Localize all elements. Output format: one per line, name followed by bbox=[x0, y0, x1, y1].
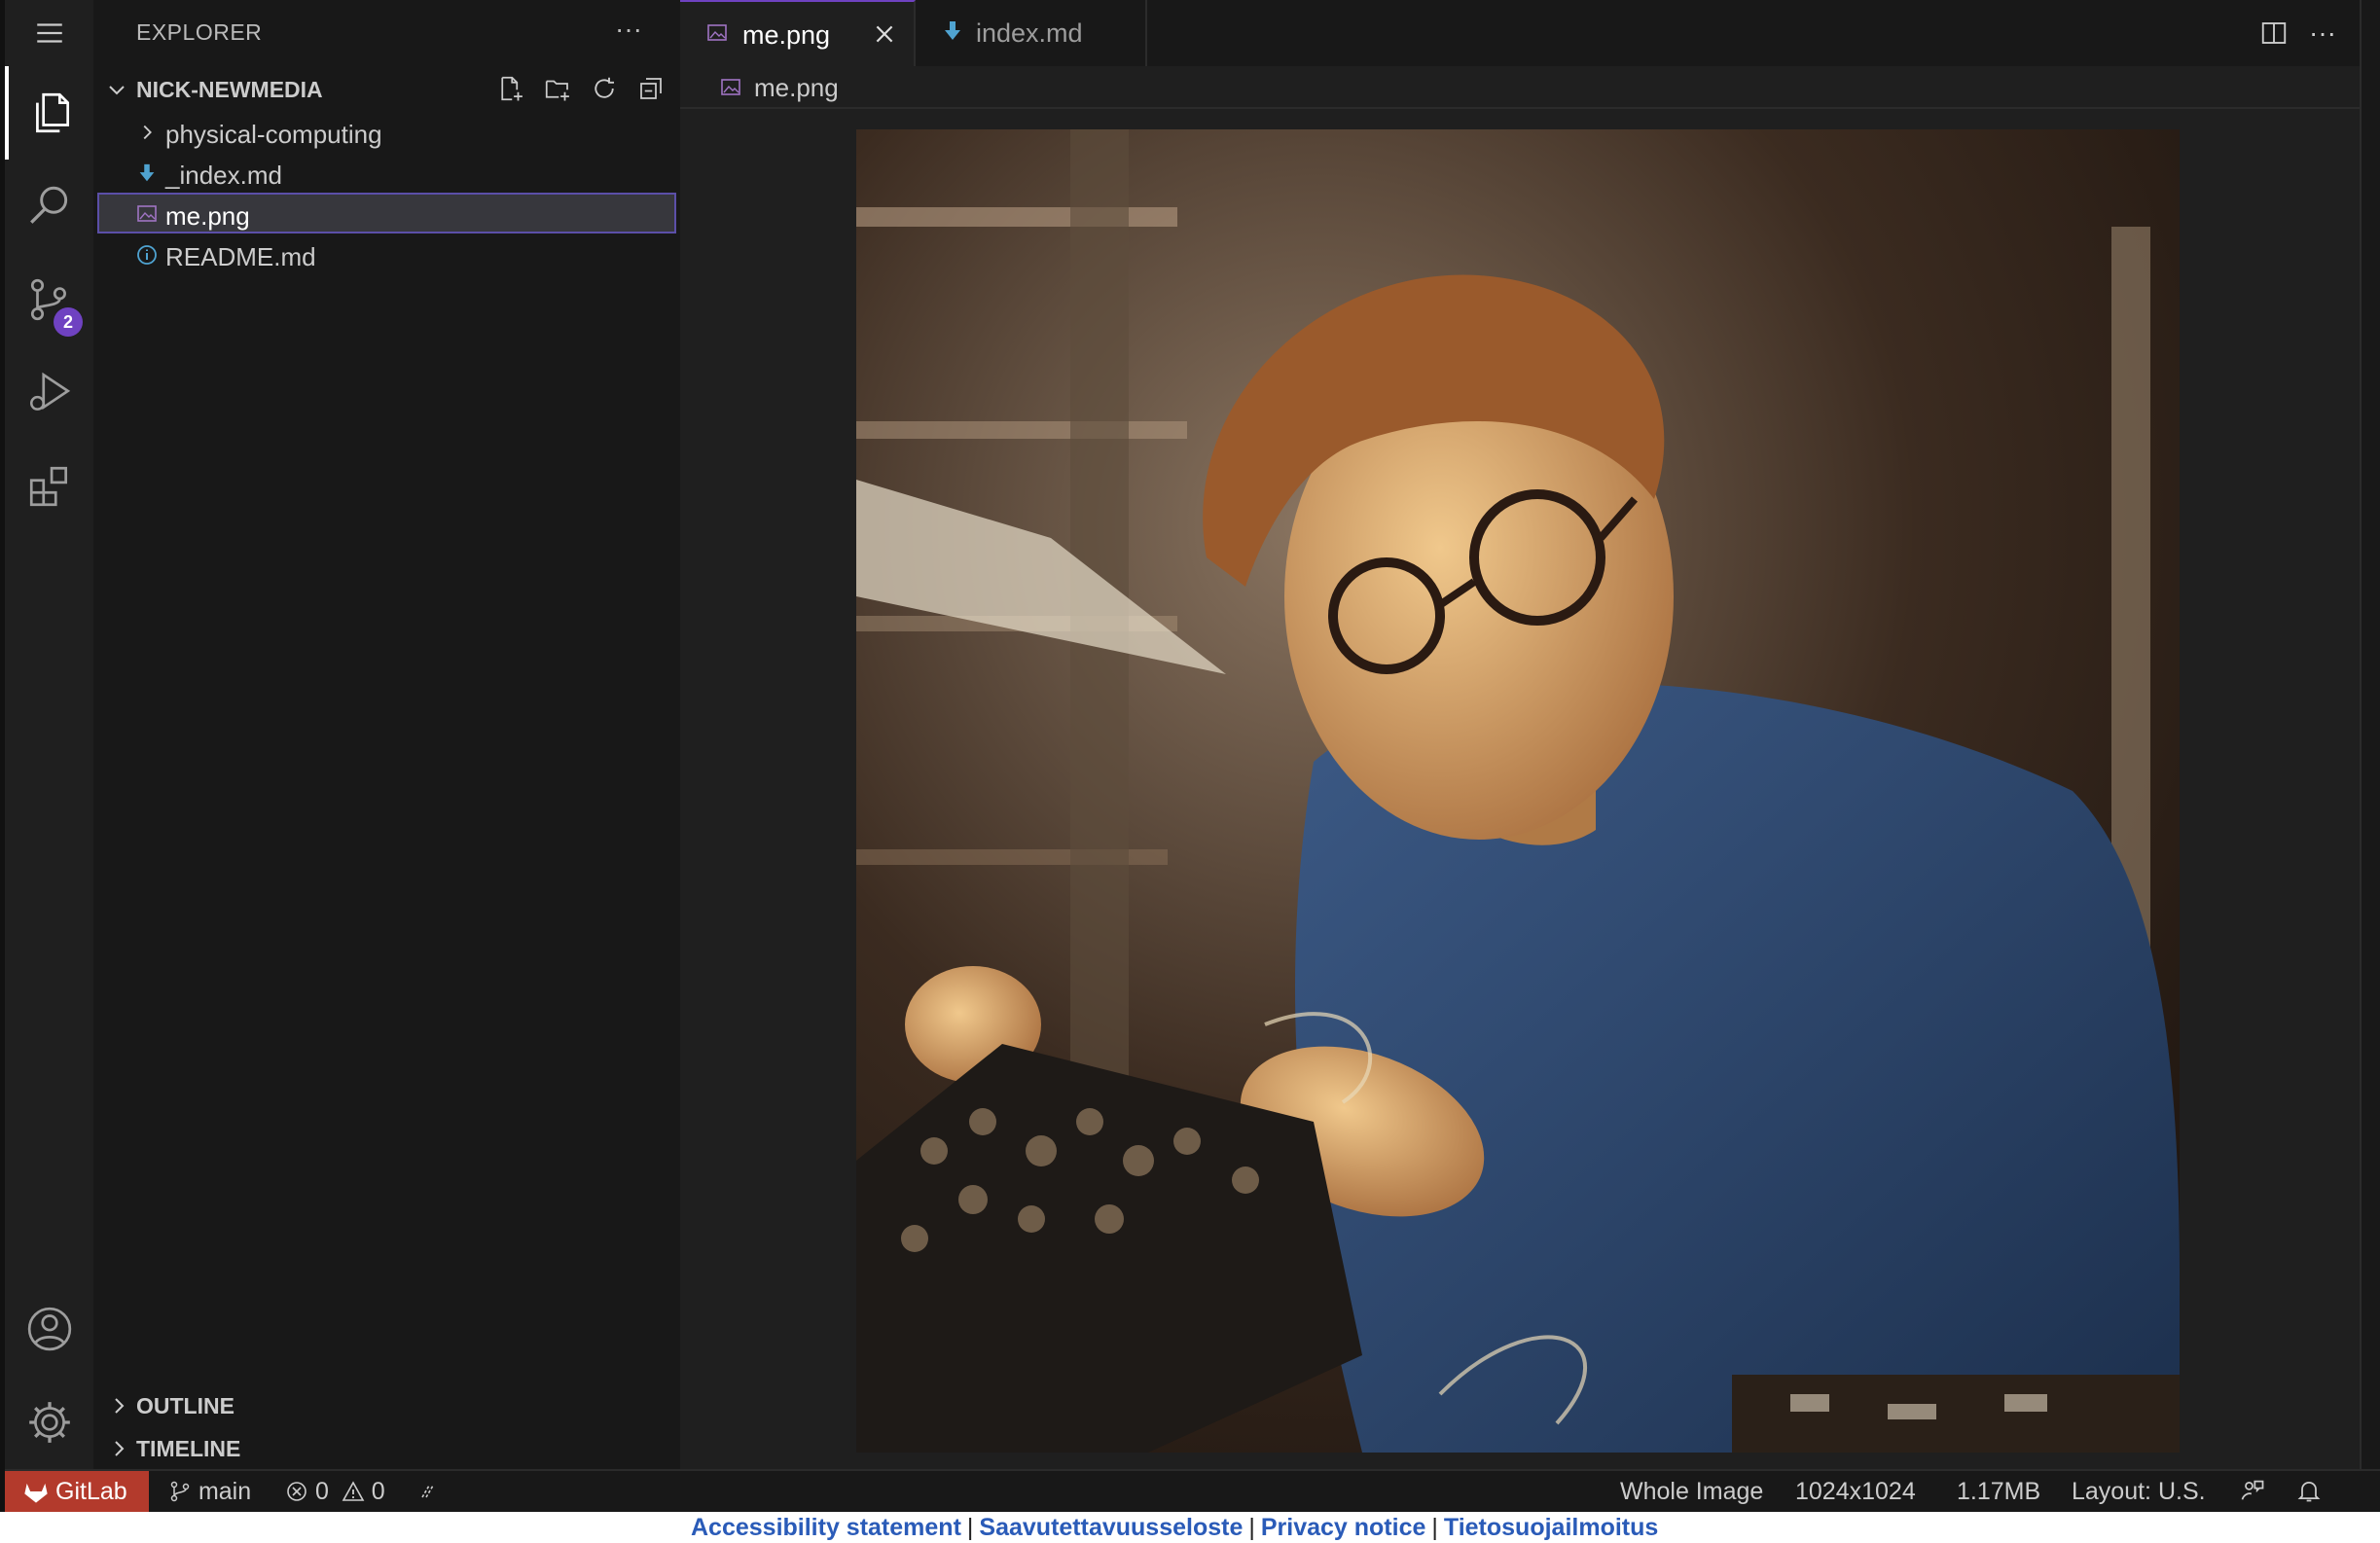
image-file-size: 1.17MB bbox=[1957, 1478, 2041, 1505]
photo-image bbox=[856, 129, 2180, 1453]
chevron-right-icon bbox=[134, 120, 160, 145]
tietosuojailmoitus-link[interactable]: Tietosuojailmoitus bbox=[1444, 1514, 1658, 1541]
chevron-right-icon bbox=[115, 1398, 125, 1414]
markdown-icon bbox=[945, 21, 960, 40]
tab-label: me.png bbox=[742, 20, 831, 50]
timeline-section-header[interactable]: TIMELINE bbox=[93, 1428, 680, 1469]
notifications-button[interactable] bbox=[2295, 1477, 2323, 1511]
search-icon bbox=[29, 186, 67, 224]
gitlab-icon bbox=[24, 1483, 48, 1503]
bell-icon bbox=[2297, 1481, 2321, 1502]
files-icon bbox=[35, 92, 69, 133]
editor-tab-bar: me.png index.md ··· bbox=[680, 0, 2360, 66]
error-count: 0 bbox=[314, 1478, 329, 1505]
image-file-icon bbox=[134, 201, 160, 227]
tree-item-label: me.png bbox=[165, 201, 250, 231]
image-dimensions: 1024x1024 bbox=[1795, 1478, 1916, 1505]
breadcrumb-item[interactable]: me.png bbox=[754, 73, 839, 103]
hamburger-icon bbox=[36, 23, 62, 43]
timeline-label: TIMELINE bbox=[136, 1436, 241, 1461]
branch-name: main bbox=[198, 1478, 252, 1505]
image-preview-editor bbox=[680, 109, 2360, 1469]
more-actions-icon[interactable]: ··· bbox=[615, 14, 642, 45]
account-icon bbox=[27, 1307, 71, 1351]
chevron-right-icon bbox=[115, 1441, 125, 1456]
editor-scrollbar[interactable] bbox=[2360, 0, 2380, 1469]
activity-bar: 2 bbox=[5, 0, 93, 1469]
accounts-button[interactable] bbox=[5, 1282, 93, 1376]
branch-icon bbox=[170, 1481, 190, 1502]
extensions-activity-button[interactable] bbox=[5, 440, 93, 533]
saavutettavuusseloste-link[interactable]: Saavutettavuusseloste bbox=[979, 1514, 1243, 1541]
tree-item-readme-md[interactable]: README.md bbox=[97, 233, 676, 274]
branch-status-item[interactable]: main bbox=[168, 1478, 251, 1506]
split-editor-button[interactable] bbox=[2256, 16, 2291, 51]
source-control-activity-button[interactable]: 2 bbox=[5, 253, 93, 346]
editor-more-actions-icon[interactable]: ··· bbox=[2305, 16, 2340, 51]
problems-status-item[interactable]: 0 0 bbox=[285, 1478, 385, 1506]
breadcrumb: me.png bbox=[680, 66, 2360, 109]
image-file-icon bbox=[721, 79, 740, 95]
explorer-activity-button[interactable] bbox=[5, 66, 93, 160]
image-preview[interactable] bbox=[856, 129, 2180, 1453]
menu-button[interactable] bbox=[5, 0, 93, 66]
outline-section-header[interactable]: OUTLINE bbox=[93, 1385, 680, 1426]
gitlab-status-item[interactable]: GitLab bbox=[5, 1471, 149, 1512]
tree-item-label: README.md bbox=[165, 242, 316, 271]
extensions-icon bbox=[29, 466, 67, 507]
tab-label: index.md bbox=[976, 18, 1083, 48]
collapse-all-icon[interactable] bbox=[634, 72, 667, 105]
tree-item-label: physical-computing bbox=[165, 120, 382, 149]
run-debug-activity-button[interactable] bbox=[5, 346, 93, 440]
status-bar: GitLab main 0 0 Whole Image 1024x1024 1.… bbox=[5, 1469, 2380, 1512]
tree-item-me-png[interactable]: me.png bbox=[97, 193, 676, 233]
warning-count: 0 bbox=[371, 1478, 385, 1505]
split-editor-icon bbox=[2261, 22, 2287, 44]
run-debug-icon bbox=[29, 372, 70, 411]
warning-icon bbox=[342, 1481, 365, 1501]
info-icon bbox=[134, 242, 160, 268]
sidebar-title: EXPLORER bbox=[136, 19, 263, 45]
gitlab-label: GitLab bbox=[55, 1477, 127, 1505]
source-control-badge: 2 bbox=[54, 307, 83, 337]
close-icon[interactable] bbox=[872, 21, 897, 47]
workspace-name: NICK-NEWMEDIA bbox=[136, 77, 323, 102]
privacy-notice-link[interactable]: Privacy notice bbox=[1261, 1514, 1426, 1541]
feedback-button[interactable] bbox=[2239, 1477, 2266, 1511]
error-icon bbox=[287, 1482, 307, 1501]
manage-button[interactable] bbox=[5, 1376, 93, 1469]
keyboard-layout-status-item[interactable]: Layout: U.S. bbox=[2072, 1478, 2206, 1506]
refresh-icon[interactable] bbox=[588, 72, 621, 105]
tree-item-index-md[interactable]: _index.md bbox=[97, 152, 676, 193]
explorer-sidebar: EXPLORER ··· NICK-NEWMEDIA physical-comp… bbox=[93, 0, 682, 1469]
tab-me-png[interactable]: me.png bbox=[680, 0, 916, 66]
zoom-status-item[interactable]: Whole Image bbox=[1620, 1478, 1763, 1506]
search-activity-button[interactable] bbox=[5, 160, 93, 253]
tree-item-physical-computing[interactable]: physical-computing bbox=[97, 111, 676, 152]
chevron-down-icon bbox=[109, 86, 125, 95]
feedback-icon bbox=[2241, 1480, 2264, 1500]
accessibility-statement-link[interactable]: Accessibility statement bbox=[691, 1514, 961, 1541]
workspace-header[interactable]: NICK-NEWMEDIA bbox=[93, 68, 680, 109]
ports-status-item[interactable] bbox=[417, 1478, 441, 1506]
outline-label: OUTLINE bbox=[136, 1393, 234, 1418]
tab-index-md[interactable]: index.md bbox=[916, 0, 1147, 66]
new-folder-icon[interactable] bbox=[541, 72, 574, 105]
image-file-icon bbox=[707, 24, 727, 41]
tree-item-label: _index.md bbox=[165, 161, 282, 190]
page-footer: Accessibility statement | Saavutettavuusse… bbox=[0, 1512, 2380, 1543]
gear-icon bbox=[28, 1402, 70, 1443]
broadcast-icon bbox=[421, 1485, 434, 1498]
new-file-icon[interactable] bbox=[494, 72, 527, 105]
markdown-icon bbox=[134, 161, 160, 186]
